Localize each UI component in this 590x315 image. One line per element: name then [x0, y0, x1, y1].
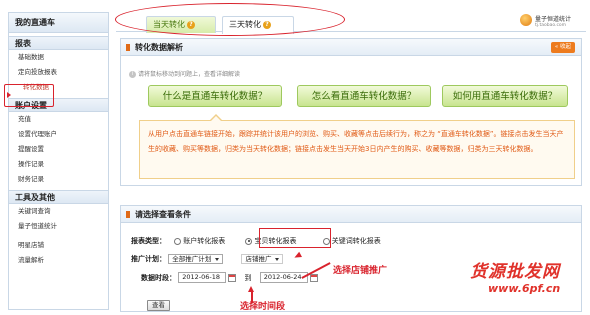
plan-label: 推广计划： [131, 255, 166, 263]
date-to-input[interactable]: 2012-06-24 [259, 272, 308, 283]
brand-url: tj.taobao.com [535, 23, 567, 28]
panel-header: 转化数据解析 « 收起 [121, 39, 581, 56]
panel-title: 请选择查看条件 [135, 210, 191, 219]
sidebar-section-tools: 工具及其他 关键词查询 量子恒道统计 明星店铺 流量解析 [9, 190, 108, 268]
keyword-report-label: 关键词转化报表 [331, 237, 381, 245]
sidebar-title: 我的直通车 [9, 13, 108, 33]
header-marker-icon [126, 44, 130, 51]
brand: 量子恒道统计 tj.taobao.com [520, 12, 582, 32]
sidebar-item-finance-log[interactable]: 财务记录 [9, 172, 108, 187]
callout-pointer-inner [211, 116, 221, 121]
tabs-highlight-ellipse [115, 3, 345, 36]
panel-title: 转化数据解析 [135, 43, 183, 52]
sidebar-item-keyword-query[interactable]: 关键词查询 [9, 204, 108, 219]
sidebar-item-reminder-settings[interactable]: 提醒设置 [9, 142, 108, 157]
sidebar: 我的直通车 报表 基础数据 定向投放报表 转化数据 账户设置 充值 设置代理账户… [8, 12, 109, 310]
sidebar-heading-tools: 工具及其他 [9, 190, 108, 204]
brand-name: 量子恒道统计 [535, 16, 572, 23]
date-to-label: 到 [244, 273, 252, 282]
conversion-analysis-panel: 转化数据解析 « 收起 i 请将鼠标移动到问题上，查看详细解读 什么是直通车转化数… [120, 38, 582, 186]
date-row: 数据时段： 2012-06-18 到 2012-06-24 [141, 272, 318, 283]
sidebar-item-quantum-stats[interactable]: 量子恒道统计 [9, 219, 108, 234]
sidebar-section-account: 账户设置 充值 设置代理账户 提醒设置 操作记录 财务记录 [9, 98, 108, 187]
panel-header: 请选择查看条件 [121, 206, 581, 223]
sidebar-item-basic-data[interactable]: 基础数据 [9, 50, 108, 65]
plan-select[interactable]: 全部推广计划 [168, 254, 224, 264]
calendar-icon[interactable] [228, 273, 237, 282]
watermark-url: www.6pf.cn [488, 282, 561, 295]
date-from-input[interactable]: 2012-06-18 [178, 272, 227, 283]
how-to-read-conversion-button[interactable]: 怎么看直通车转化数据？ [297, 85, 431, 107]
explanation-callout: 从用户点击直通车链接开始，跟踪并统计该用户的浏览、购买、收藏等点击后续行为，称之… [139, 120, 575, 179]
sidebar-item-targeting-report[interactable]: 定向投放报表 [9, 65, 108, 80]
time-annotation: 选择时间段 [240, 302, 286, 312]
date-label: 数据时段： [141, 273, 176, 282]
sidebar-heading-reports: 报表 [9, 36, 108, 50]
what-is-conversion-button[interactable]: 什么是直通车转化数据？ [148, 85, 282, 107]
item-report-radio[interactable] [245, 237, 253, 245]
sidebar-item-recharge[interactable]: 充值 [9, 112, 108, 127]
query-button[interactable]: 查看 [147, 300, 170, 311]
brand-logo-icon [520, 14, 532, 26]
time-arrow-head-icon [248, 286, 254, 292]
chevron-down-icon [275, 257, 280, 261]
info-icon: i [129, 71, 136, 78]
sidebar-item-agent-account[interactable]: 设置代理账户 [9, 127, 108, 142]
report-type-row: 报表类型： 账户转化报表 宝贝转化报表 关键词转化报表 [131, 236, 381, 246]
hint-text: i 请将鼠标移动到问题上，查看详细解读 [129, 69, 240, 78]
calendar-icon[interactable] [309, 273, 318, 282]
item-report-highlight [259, 228, 331, 248]
report-type-label: 报表类型： [131, 237, 166, 245]
chevron-down-icon [215, 257, 220, 261]
sidebar-item-operation-log[interactable]: 操作记录 [9, 157, 108, 172]
active-item-highlight [4, 84, 54, 107]
active-item-bullet-icon [7, 92, 11, 98]
account-report-radio[interactable] [174, 237, 182, 245]
account-report-label: 账户转化报表 [183, 237, 226, 245]
shop-promotion-select[interactable]: 店铺推广 [241, 254, 284, 264]
how-to-use-conversion-button[interactable]: 如何用直通车转化数据？ [442, 85, 568, 107]
sidebar-item-star-shop[interactable]: 明星店铺 [9, 238, 108, 253]
watermark-text: 货源批发网 [470, 262, 560, 282]
collapse-button[interactable]: « 收起 [550, 42, 575, 53]
page-root: 我的直通车 报表 基础数据 定向投放报表 转化数据 账户设置 充值 设置代理账户… [0, 0, 590, 315]
header-marker-icon [126, 211, 130, 218]
shop-annotation: 选择店铺推广 [333, 266, 388, 276]
plan-row: 推广计划： 全部推广计划 店铺推广 [131, 254, 284, 264]
sidebar-item-traffic-analysis[interactable]: 流量解析 [9, 253, 108, 268]
